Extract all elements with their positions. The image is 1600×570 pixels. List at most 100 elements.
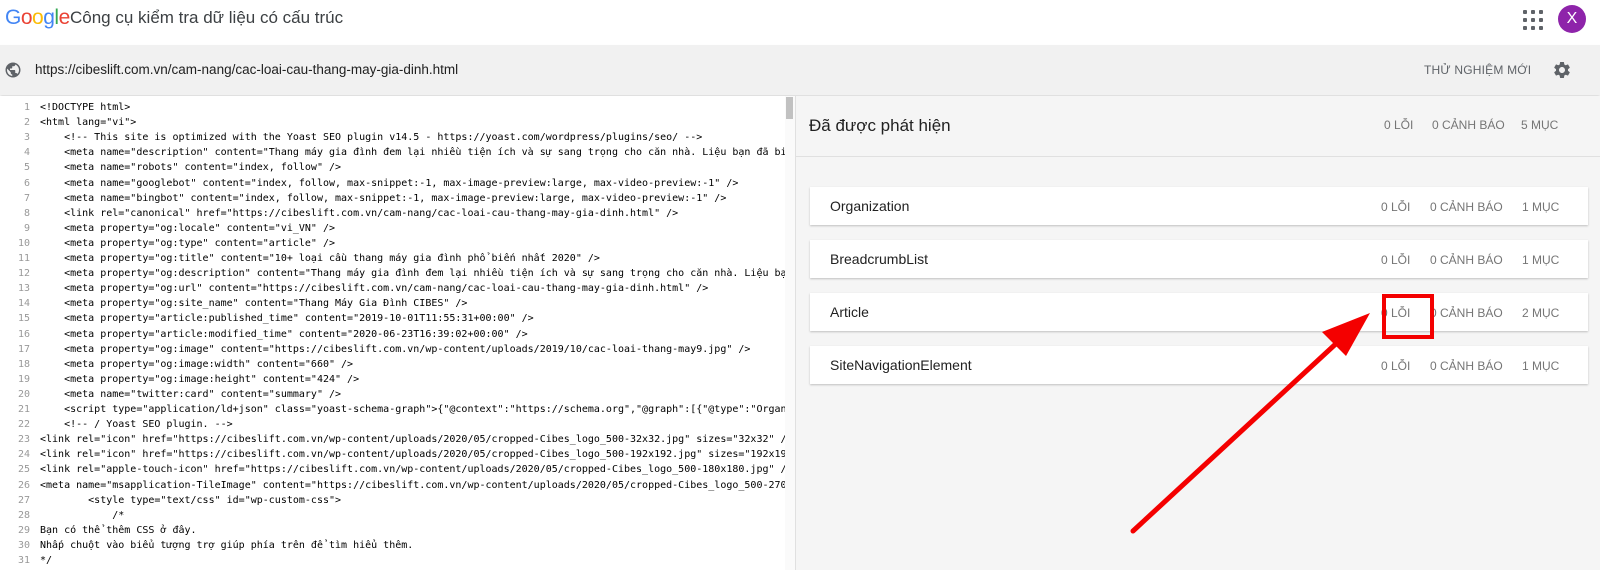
code-line: 19 <meta property="og:image:height" cont…: [0, 372, 795, 387]
line-number: 8: [23, 207, 30, 219]
logo-letter: G: [5, 6, 21, 29]
code-line: 1 <!DOCTYPE html>: [0, 100, 795, 115]
line-number: 27: [17, 494, 30, 506]
results-panel: Đã được phát hiện 0 LỖI 0 CẢNH BÁO 5 MỤC…: [796, 96, 1600, 570]
code-text: <meta name="robots" content="index, foll…: [40, 162, 342, 174]
code-text: <meta property="og:locale" content="vi_V…: [40, 222, 336, 234]
card-type-name: BreadcrumbList: [830, 251, 929, 267]
result-card-breadcrumblist[interactable]: BreadcrumbList 0 LỖI 0 CẢNH BÁO 1 MỤC: [810, 240, 1588, 278]
code-line: 27 <style type="text/css" id="wp-custom-…: [0, 493, 795, 508]
code-line: 31 */: [0, 553, 795, 568]
top-bar: Google Công cụ kiểm tra dữ liệu có cấu t…: [0, 0, 1600, 42]
line-number: 11: [17, 253, 30, 264]
card-errors: 0 LỖI: [1381, 253, 1411, 267]
line-number: 15: [17, 313, 30, 325]
card-items: 1 MỤC: [1522, 253, 1560, 267]
line-number: 12: [17, 268, 30, 280]
card-items: 1 MỤC: [1522, 359, 1560, 373]
card-items: 1 MỤC: [1522, 200, 1560, 214]
card-type-name: Article: [830, 304, 869, 320]
line-number: 17: [17, 343, 30, 355]
code-line: 28 /*: [0, 508, 795, 523]
code-text: <!-- / Yoast SEO plugin. -->: [40, 419, 233, 431]
code-text: <meta property="og:image" content="https…: [40, 343, 751, 355]
code-text: <link rel="icon" href="https://cibeslift…: [40, 434, 793, 446]
line-number: 3: [23, 132, 30, 144]
card-items: 2 MỤC: [1522, 306, 1560, 320]
logo-letter: e: [58, 6, 71, 29]
source-code-panel[interactable]: 1 <!DOCTYPE html> 2 <html lang="vi"> 3 <!-- …: [0, 96, 795, 570]
code-line: 18 <meta property="og:image:width" conte…: [0, 357, 795, 372]
code-line: 7 <meta name="bingbot" content="index, f…: [0, 191, 795, 206]
line-number: 19: [17, 373, 30, 385]
line-number: 20: [17, 388, 30, 400]
code-line: 16 <meta property="article:modified_time…: [0, 327, 795, 342]
code-line: 13 <meta property="og:url" content="http…: [0, 281, 795, 296]
highlight-box: [1382, 294, 1434, 339]
code-line: 14 <meta property="og:site_name" content…: [0, 296, 795, 311]
url-bar: https://cibeslift.com.vn/cam-nang/cac-lo…: [0, 45, 1600, 95]
code-text: <meta name="googlebot" content="index, f…: [40, 177, 739, 189]
results-header: Đã được phát hiện 0 LỖI 0 CẢNH BÁO 5 MỤC: [796, 96, 1600, 157]
code-line: 6 <meta name="googlebot" content="index,…: [0, 176, 795, 191]
globe-icon: [5, 62, 21, 78]
code-line: 20 <meta name="twitter:card" content="su…: [0, 387, 795, 402]
code-text: /*: [40, 509, 125, 521]
code-text: <meta property="og:site_name" content="T…: [40, 298, 468, 310]
card-warnings: 0 CẢNH BÁO: [1430, 253, 1503, 267]
card-errors: 0 LỖI: [1381, 200, 1411, 214]
code-line: 22 <!-- / Yoast SEO plugin. -->: [0, 417, 795, 432]
code-text: */: [40, 555, 53, 566]
line-number: 26: [17, 479, 30, 491]
line-number: 13: [17, 283, 30, 295]
code-text: <meta name="msapplication-TileImage" con…: [40, 479, 795, 491]
apps-grid-icon[interactable]: [1523, 10, 1543, 30]
code-text: <!DOCTYPE html>: [40, 102, 131, 113]
line-number: 24: [17, 449, 30, 461]
new-test-button[interactable]: THỬ NGHIỆM MỚI: [1424, 63, 1531, 77]
line-number: 10: [17, 237, 30, 249]
result-card-article[interactable]: Article 0 LỖI 0 CẢNH BÁO 2 MỤC: [810, 293, 1588, 331]
code-scrollbar-thumb[interactable]: [786, 97, 793, 119]
line-number: 16: [17, 328, 30, 340]
line-number: 18: [17, 358, 30, 370]
code-text: <style type="text/css" id="wp-custom-css…: [40, 494, 342, 506]
line-number: 6: [23, 177, 30, 189]
line-number: 21: [17, 404, 30, 415]
app-title: Công cụ kiểm tra dữ liệu có cấu trúc: [70, 8, 344, 27]
code-text: <meta property="article:published_time" …: [40, 313, 534, 325]
code-text: <meta property="og:type" content="articl…: [40, 237, 336, 249]
line-number: 31: [17, 555, 30, 566]
line-number: 30: [17, 539, 30, 551]
code-line: 10 <meta property="og:type" content="art…: [0, 236, 795, 251]
url-input[interactable]: https://cibeslift.com.vn/cam-nang/cac-lo…: [35, 62, 458, 77]
code-text: <meta name="bingbot" content="index, fol…: [40, 192, 727, 204]
line-number: 29: [17, 524, 30, 536]
code-line: 21 <script type="application/ld+json" cl…: [0, 402, 795, 417]
total-items: 5 MỤC: [1521, 118, 1559, 132]
code-text: <link rel="apple-touch-icon" href="https…: [40, 464, 793, 476]
code-line: 11 <meta property="og:title" content="10…: [0, 251, 795, 266]
card-warnings: 0 CẢNH BÁO: [1430, 200, 1503, 214]
card-errors: 0 LỖI: [1381, 359, 1411, 373]
code-text: <!-- This site is optimized with the Yoa…: [40, 132, 703, 144]
total-warnings: 0 CẢNH BÁO: [1432, 118, 1505, 132]
code-line: 5 <meta name="robots" content="index, fo…: [0, 160, 795, 175]
code-text: <link rel="icon" href="https://cibeslift…: [40, 449, 795, 461]
card-type-name: SiteNavigationElement: [830, 357, 972, 373]
logo-letter: o: [32, 6, 44, 29]
google-logo: Google: [5, 6, 70, 30]
result-card-organization[interactable]: Organization 0 LỖI 0 CẢNH BÁO 1 MỤC: [810, 187, 1588, 225]
line-number: 9: [23, 222, 30, 234]
result-card-sitenavigationelement[interactable]: SiteNavigationElement 0 LỖI 0 CẢNH BÁO 1…: [810, 346, 1588, 384]
card-type-name: Organization: [830, 198, 910, 214]
code-line: 30 Nhấp chuột vào biểu tượng trợ giúp phí…: [0, 538, 795, 553]
account-avatar[interactable]: X: [1558, 5, 1586, 33]
gear-icon[interactable]: [1552, 60, 1572, 80]
code-text: <meta property="og:url" content="https:/…: [40, 283, 709, 295]
code-line: 17 <meta property="og:image" content="ht…: [0, 342, 795, 357]
line-number: 4: [23, 147, 30, 159]
code-text: <html lang="vi">: [40, 117, 137, 129]
code-scrollbar[interactable]: [785, 96, 795, 570]
code-line: 8 <link rel="canonical" href="https://ci…: [0, 206, 795, 221]
